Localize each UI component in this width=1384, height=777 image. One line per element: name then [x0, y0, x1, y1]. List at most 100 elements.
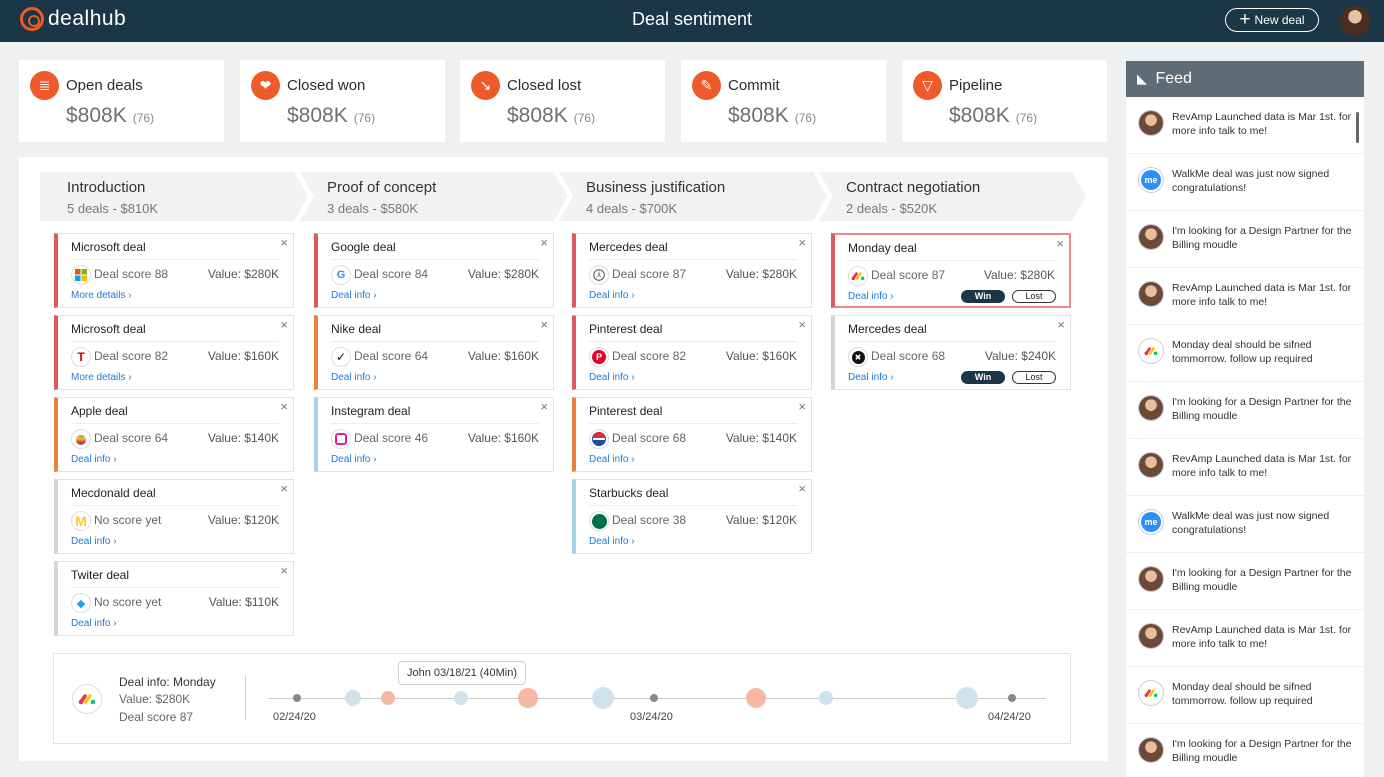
deal-card[interactable]: Microsoft deal × Deal score 88 Value: $2…	[54, 233, 294, 308]
timeline-event[interactable]	[345, 690, 361, 706]
divider	[71, 423, 279, 424]
feed-item[interactable]: RevAmp Launched data is Mar 1st. for mor…	[1126, 610, 1364, 667]
deal-score: Deal score 84	[354, 267, 429, 281]
kpi-card[interactable]: ≣ Open deals $808K (76)	[19, 60, 224, 142]
close-icon[interactable]: ×	[280, 235, 288, 250]
close-icon[interactable]: ×	[280, 317, 288, 332]
feed-item[interactable]: me WalkMe deal was just now signed congr…	[1126, 154, 1364, 211]
person-avatar	[1138, 623, 1164, 649]
kpi-value: $808K (76)	[728, 104, 817, 127]
deal-card[interactable]: Starbucks deal × Deal score 38 Value: $1…	[572, 479, 812, 554]
timeline-event[interactable]	[293, 694, 301, 702]
stage-header[interactable]: Contract negotiation 2 deals - $520K	[819, 172, 1086, 221]
deal-info-link[interactable]: Deal info ›	[848, 291, 894, 302]
deal-info-link[interactable]: Deal info ›	[71, 454, 117, 465]
close-icon[interactable]: ×	[280, 399, 288, 414]
feed-item[interactable]: Monday deal should be sifned tommorrow. …	[1126, 325, 1364, 382]
deal-info-link[interactable]: Deal info ›	[71, 618, 117, 629]
feed-item[interactable]: me WalkMe deal was just now signed congr…	[1126, 496, 1364, 553]
kpi-card[interactable]: ❤ Closed won $808K (76)	[240, 60, 445, 142]
close-icon[interactable]: ×	[798, 317, 806, 332]
timeline-deal-title: Deal info: Monday	[119, 675, 216, 689]
timeline-event[interactable]	[819, 691, 833, 705]
feed-item[interactable]: I'm looking for a Design Partner for the…	[1126, 553, 1364, 610]
deal-card[interactable]: Instegram deal × Deal score 46 Value: $1…	[314, 397, 554, 472]
deal-info-link[interactable]: Deal info ›	[848, 372, 894, 383]
feed-text: Monday deal should be sifned tommorrow. …	[1172, 339, 1313, 365]
timeline-event[interactable]	[454, 691, 468, 705]
deal-info-link[interactable]: Deal info ›	[331, 372, 377, 383]
deal-card[interactable]: Nike deal × ✓ Deal score 64 Value: $160K…	[314, 315, 554, 390]
timeline-event[interactable]	[956, 687, 978, 709]
deal-info-link[interactable]: Deal info ›	[589, 290, 635, 301]
timeline-event[interactable]	[592, 687, 614, 709]
feed-item[interactable]: I'm looking for a Design Partner for the…	[1126, 382, 1364, 439]
deal-title: Microsoft deal	[71, 240, 146, 254]
timeline-event[interactable]	[518, 688, 538, 708]
close-icon[interactable]: ×	[1056, 236, 1064, 251]
close-icon[interactable]: ×	[798, 235, 806, 250]
stage-header[interactable]: Introduction 5 deals - $810K	[40, 172, 308, 221]
feed-item[interactable]: Monday deal should be sifned tommorrow. …	[1126, 667, 1364, 724]
deal-info-link[interactable]: More details ›	[71, 372, 132, 383]
timeline-event[interactable]	[381, 691, 395, 705]
feed-item[interactable]: RevAmp Launched data is Mar 1st. for mor…	[1126, 97, 1364, 154]
stage-name: Business justification	[586, 179, 726, 196]
close-icon[interactable]: ×	[1057, 317, 1065, 332]
deal-card[interactable]: Apple deal × Deal score 64 Value: $140K …	[54, 397, 294, 472]
deal-card[interactable]: Pinterest deal × P Deal score 82 Value: …	[572, 315, 812, 390]
stage-name: Introduction	[67, 179, 146, 196]
deal-card[interactable]: Mercedes deal × Deal score 87 Value: $28…	[572, 233, 812, 308]
close-icon[interactable]: ×	[540, 235, 548, 250]
deal-info-link[interactable]: Deal info ›	[331, 290, 377, 301]
stage-summary: 2 deals - $520K	[846, 201, 938, 216]
close-icon[interactable]: ×	[798, 481, 806, 496]
feed-item[interactable]: I'm looking for a Design Partner for the…	[1126, 211, 1364, 268]
deal-card[interactable]: Mecdonald deal × M No score yet Value: $…	[54, 479, 294, 554]
timeline-event[interactable]	[746, 688, 766, 708]
starbucks-logo	[589, 511, 609, 531]
deal-card[interactable]: Monday deal × Deal score 87 Value: $280K…	[831, 233, 1071, 308]
kpi-title: Closed lost	[507, 77, 582, 94]
win-button[interactable]: Win	[961, 290, 1005, 303]
deal-info-link[interactable]: Deal info ›	[589, 536, 635, 547]
timeline-event[interactable]	[1008, 694, 1016, 702]
deal-timeline: Deal info: Monday Value: $280K Deal scor…	[53, 653, 1071, 744]
user-avatar[interactable]	[1340, 6, 1370, 36]
new-deal-button[interactable]: + New deal	[1225, 8, 1319, 32]
win-button[interactable]: Win	[961, 371, 1005, 384]
stage-header[interactable]: Proof of concept 3 deals - $580K	[300, 172, 568, 221]
feed-item[interactable]: RevAmp Launched data is Mar 1st. for mor…	[1126, 268, 1364, 325]
deal-info-link[interactable]: Deal info ›	[331, 454, 377, 465]
kpi-card[interactable]: ✎ Commit $808K (76)	[681, 60, 886, 142]
feed-scrollbar[interactable]	[1356, 112, 1359, 143]
close-icon[interactable]: ×	[540, 399, 548, 414]
close-icon[interactable]: ×	[540, 317, 548, 332]
deal-info-link[interactable]: Deal info ›	[589, 372, 635, 383]
deal-info-link[interactable]: More details ›	[71, 290, 132, 301]
stage-header[interactable]: Business justification 4 deals - $700K	[559, 172, 827, 221]
timeline-event[interactable]	[650, 694, 658, 702]
deal-score: Deal score 64	[354, 349, 429, 363]
feed-item[interactable]: I'm looking for a Design Partner for the…	[1126, 724, 1364, 777]
deal-card[interactable]: Pinterest deal × Deal score 68 Value: $1…	[572, 397, 812, 472]
feed-item[interactable]: RevAmp Launched data is Mar 1st. for mor…	[1126, 439, 1364, 496]
timeline-deal-value: Value: $280K	[119, 692, 191, 706]
close-icon[interactable]: ×	[798, 399, 806, 414]
feed-text: WalkMe deal was just now signed congratu…	[1172, 510, 1330, 536]
stage-summary: 5 deals - $810K	[67, 201, 159, 216]
deal-info-link[interactable]: Deal info ›	[589, 454, 635, 465]
close-icon[interactable]: ×	[280, 563, 288, 578]
deal-info-link[interactable]: Deal info ›	[71, 536, 117, 547]
deal-card[interactable]: Microsoft deal × T Deal score 82 Value: …	[54, 315, 294, 390]
kpi-card[interactable]: ↘ Closed lost $808K (76)	[460, 60, 665, 142]
lost-button[interactable]: Lost	[1012, 290, 1056, 303]
lost-button[interactable]: Lost	[1012, 371, 1056, 384]
deal-score: Deal score 87	[871, 268, 946, 282]
deal-value: Value: $280K	[725, 267, 797, 281]
deal-card[interactable]: Google deal × G Deal score 84 Value: $28…	[314, 233, 554, 308]
deal-card[interactable]: Mercedes deal × ✖ Deal score 68 Value: $…	[831, 315, 1071, 390]
kpi-card[interactable]: ▽ Pipeline $808K (76)	[902, 60, 1107, 142]
deal-card[interactable]: Twiter deal × ◆ No score yet Value: $110…	[54, 561, 294, 636]
close-icon[interactable]: ×	[280, 481, 288, 496]
